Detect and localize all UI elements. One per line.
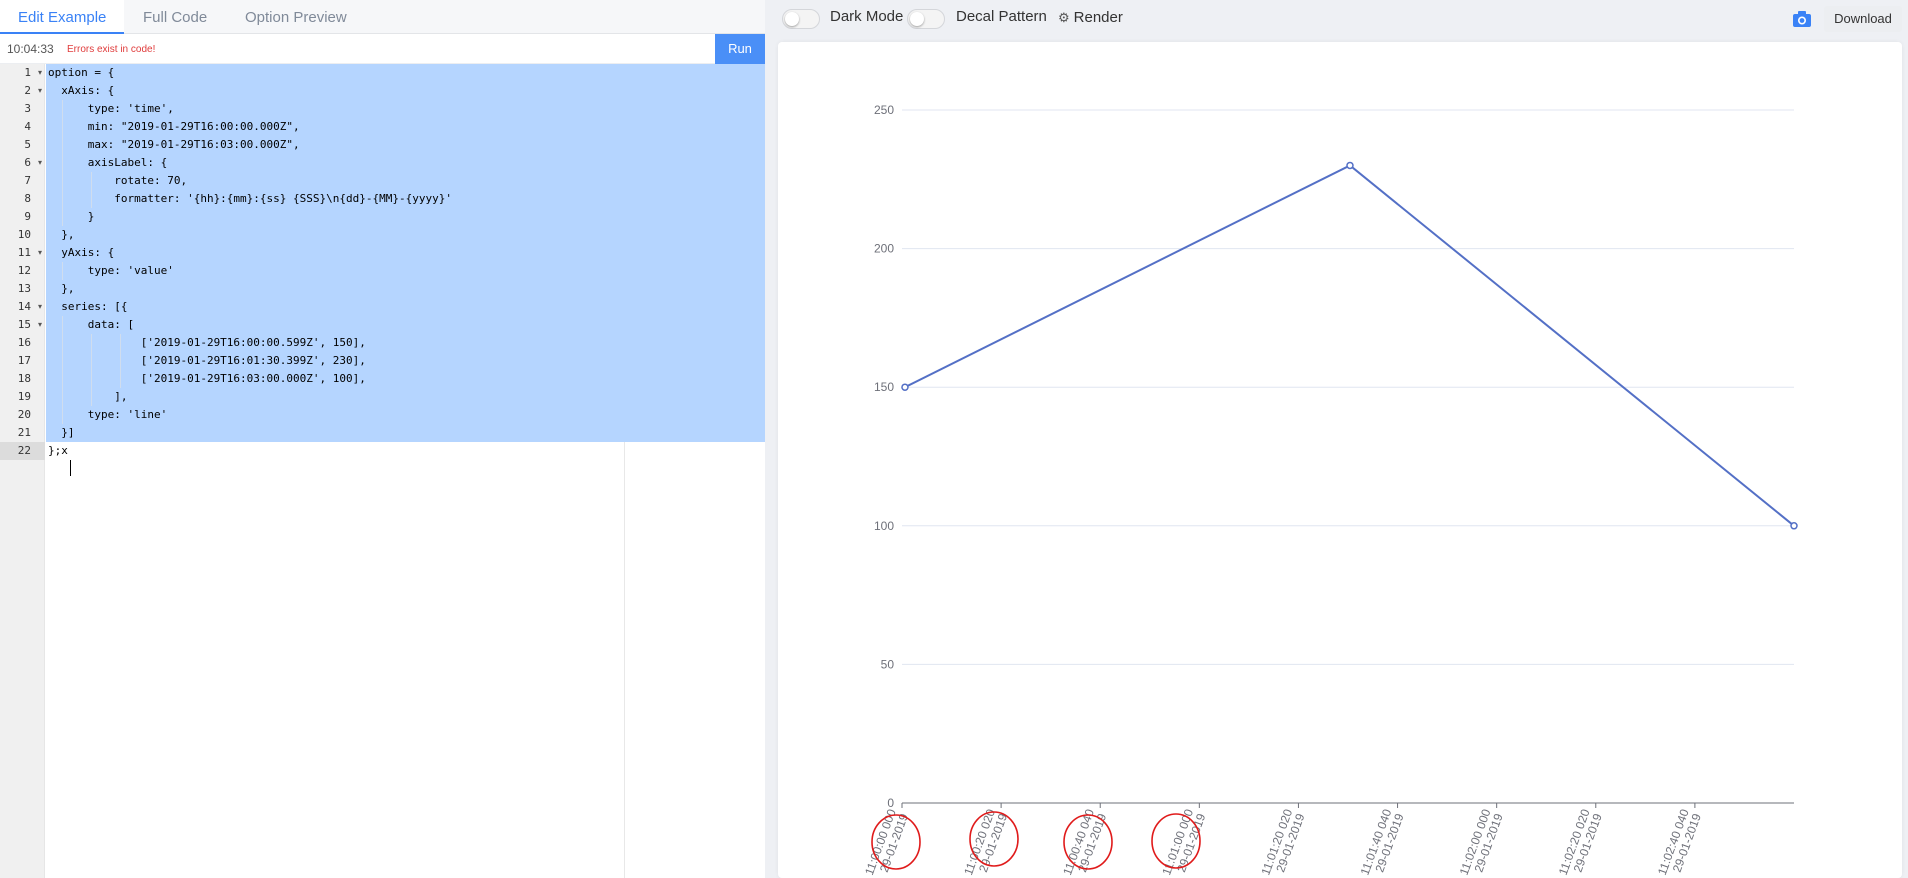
code-line: };x	[48, 444, 68, 457]
download-button[interactable]: Download	[1824, 6, 1902, 32]
code-line: ['2019-01-29T16:01:30.399Z', 230],	[48, 354, 366, 367]
code-line: ['2019-01-29T16:03:00.000Z', 100],	[48, 372, 366, 385]
code-line: min: "2019-01-29T16:00:00.000Z",	[48, 120, 300, 133]
data-point	[1346, 161, 1354, 170]
code-line: rotate: 70,	[48, 174, 188, 187]
code-line: max: "2019-01-29T16:03:00.000Z",	[48, 138, 300, 151]
y-tick-label: 200	[874, 242, 894, 256]
editor-panel: Edit Example Full Code Option Preview 10…	[0, 0, 765, 878]
line-number: 3	[24, 102, 31, 115]
line-chart: 05010015020025011:00:00 00029-01-2019 11:…	[862, 103, 1798, 878]
y-tick-label: 50	[881, 657, 895, 671]
line-number: 20	[17, 408, 31, 421]
line-number: 21	[17, 426, 31, 439]
tab-edit-example[interactable]: Edit Example	[0, 0, 125, 34]
x-tick-label: 11:01:20 02029-01-2019	[1258, 807, 1307, 878]
line-number: 9	[24, 210, 31, 223]
x-tick-label: 11:02:40 04029-01-2019	[1655, 807, 1704, 878]
run-button[interactable]: Run	[715, 34, 765, 64]
code-line: yAxis: {	[48, 246, 115, 259]
render-button[interactable]: ⚙ Render	[1058, 9, 1123, 26]
code-line: }	[48, 210, 95, 223]
preview-panel: Dark Mode Decal Pattern ⚙ Render Download…	[766, 0, 1908, 878]
dark-mode-label: Dark Mode	[830, 8, 904, 25]
line-number: 16	[17, 336, 31, 349]
gear-icon: ⚙	[1058, 10, 1070, 25]
fold-toggle-icon[interactable]: ▾	[38, 154, 44, 172]
status-bar: 10:04:33 Errors exist in code! Run	[0, 34, 765, 64]
line-number: 12	[17, 264, 31, 277]
line-number: 19	[17, 390, 31, 403]
decal-pattern-toggle[interactable]	[907, 9, 945, 29]
fold-toggle-icon[interactable]: ▾	[38, 82, 44, 100]
code-line: },	[48, 282, 75, 295]
render-label: Render	[1073, 9, 1123, 26]
code-editor[interactable]: 1 ▾ 2 ▾ 3 4 5 6 ▾ 7 8 9 10 11 ▾ 12 13 14 ▾ 15 ▾ 16 17 18 19 20 21 2…	[0, 64, 765, 878]
line-number: 18	[17, 372, 31, 385]
tab-option-preview[interactable]: Option Preview	[227, 0, 365, 34]
code-line: axisLabel: {	[48, 156, 168, 169]
fold-toggle-icon[interactable]: ▾	[38, 64, 44, 82]
y-tick-label: 100	[874, 519, 894, 533]
line-number: 5	[24, 138, 31, 151]
decal-pattern-label: Decal Pattern	[956, 8, 1047, 25]
code-line: option = {	[48, 66, 115, 79]
data-point	[901, 383, 909, 391]
line-number-gutter: 1 ▾ 2 ▾ 3 4 5 6 ▾ 7 8 9 10 11 ▾ 12 13 14 ▾ 15 ▾ 16 17 18 19 20 21 2…	[0, 64, 45, 878]
chart-container: 0 50 100 150 200 250 11:00:00 00029-01-2019 11:…	[778, 42, 1902, 878]
text-cursor	[70, 460, 71, 476]
code-line: }]	[48, 426, 75, 439]
x-tick-label: 11:02:00 00029-01-2019	[1457, 807, 1506, 878]
x-tick-label: 11:00:20 02029-01-2019	[961, 807, 1010, 878]
code-line: data: [	[48, 318, 135, 331]
data-point	[1790, 522, 1798, 530]
fold-toggle-icon[interactable]: ▾	[38, 244, 44, 262]
line-number: 13	[17, 282, 31, 295]
line-number: 22	[0, 442, 45, 460]
camera-icon[interactable]	[1792, 10, 1812, 28]
x-tick-label: 11:01:40 04029-01-2019	[1358, 807, 1407, 878]
line-number: 10	[17, 228, 31, 241]
code-line: xAxis: {	[48, 84, 115, 97]
code-line: type: 'value'	[48, 264, 174, 277]
y-tick-label: 150	[874, 380, 894, 394]
tab-full-code[interactable]: Full Code	[125, 0, 225, 34]
editor-tabs: Edit Example Full Code Option Preview	[0, 0, 765, 34]
code-line: ],	[48, 390, 128, 403]
y-tick-label: 0	[887, 796, 894, 810]
code-line: },	[48, 228, 75, 241]
y-tick-label: 250	[874, 103, 894, 117]
code-line: formatter: '{hh}:{mm}:{ss} {SSS}\n{dd}-{…	[48, 192, 452, 205]
code-line: type: 'line'	[48, 408, 168, 421]
line-number: 7	[24, 174, 31, 187]
status-time: 10:04:33	[7, 42, 54, 56]
error-message: Errors exist in code!	[67, 44, 156, 55]
line-number: 8	[24, 192, 31, 205]
series-line	[904, 164, 1795, 527]
fold-toggle-icon[interactable]: ▾	[38, 298, 44, 316]
line-number: 17	[17, 354, 31, 367]
x-tick-label: 11:02:20 02029-01-2019	[1556, 807, 1605, 878]
code-line: series: [{	[48, 300, 128, 313]
x-tick-label: 11:00:40 04029-01-2019	[1060, 807, 1109, 878]
code-line: type: 'time',	[48, 102, 174, 115]
dark-mode-toggle[interactable]	[782, 9, 820, 29]
code-line: ['2019-01-29T16:00:00.599Z', 150],	[48, 336, 366, 349]
line-number: 4	[24, 120, 31, 133]
fold-toggle-icon[interactable]: ▾	[38, 316, 44, 334]
